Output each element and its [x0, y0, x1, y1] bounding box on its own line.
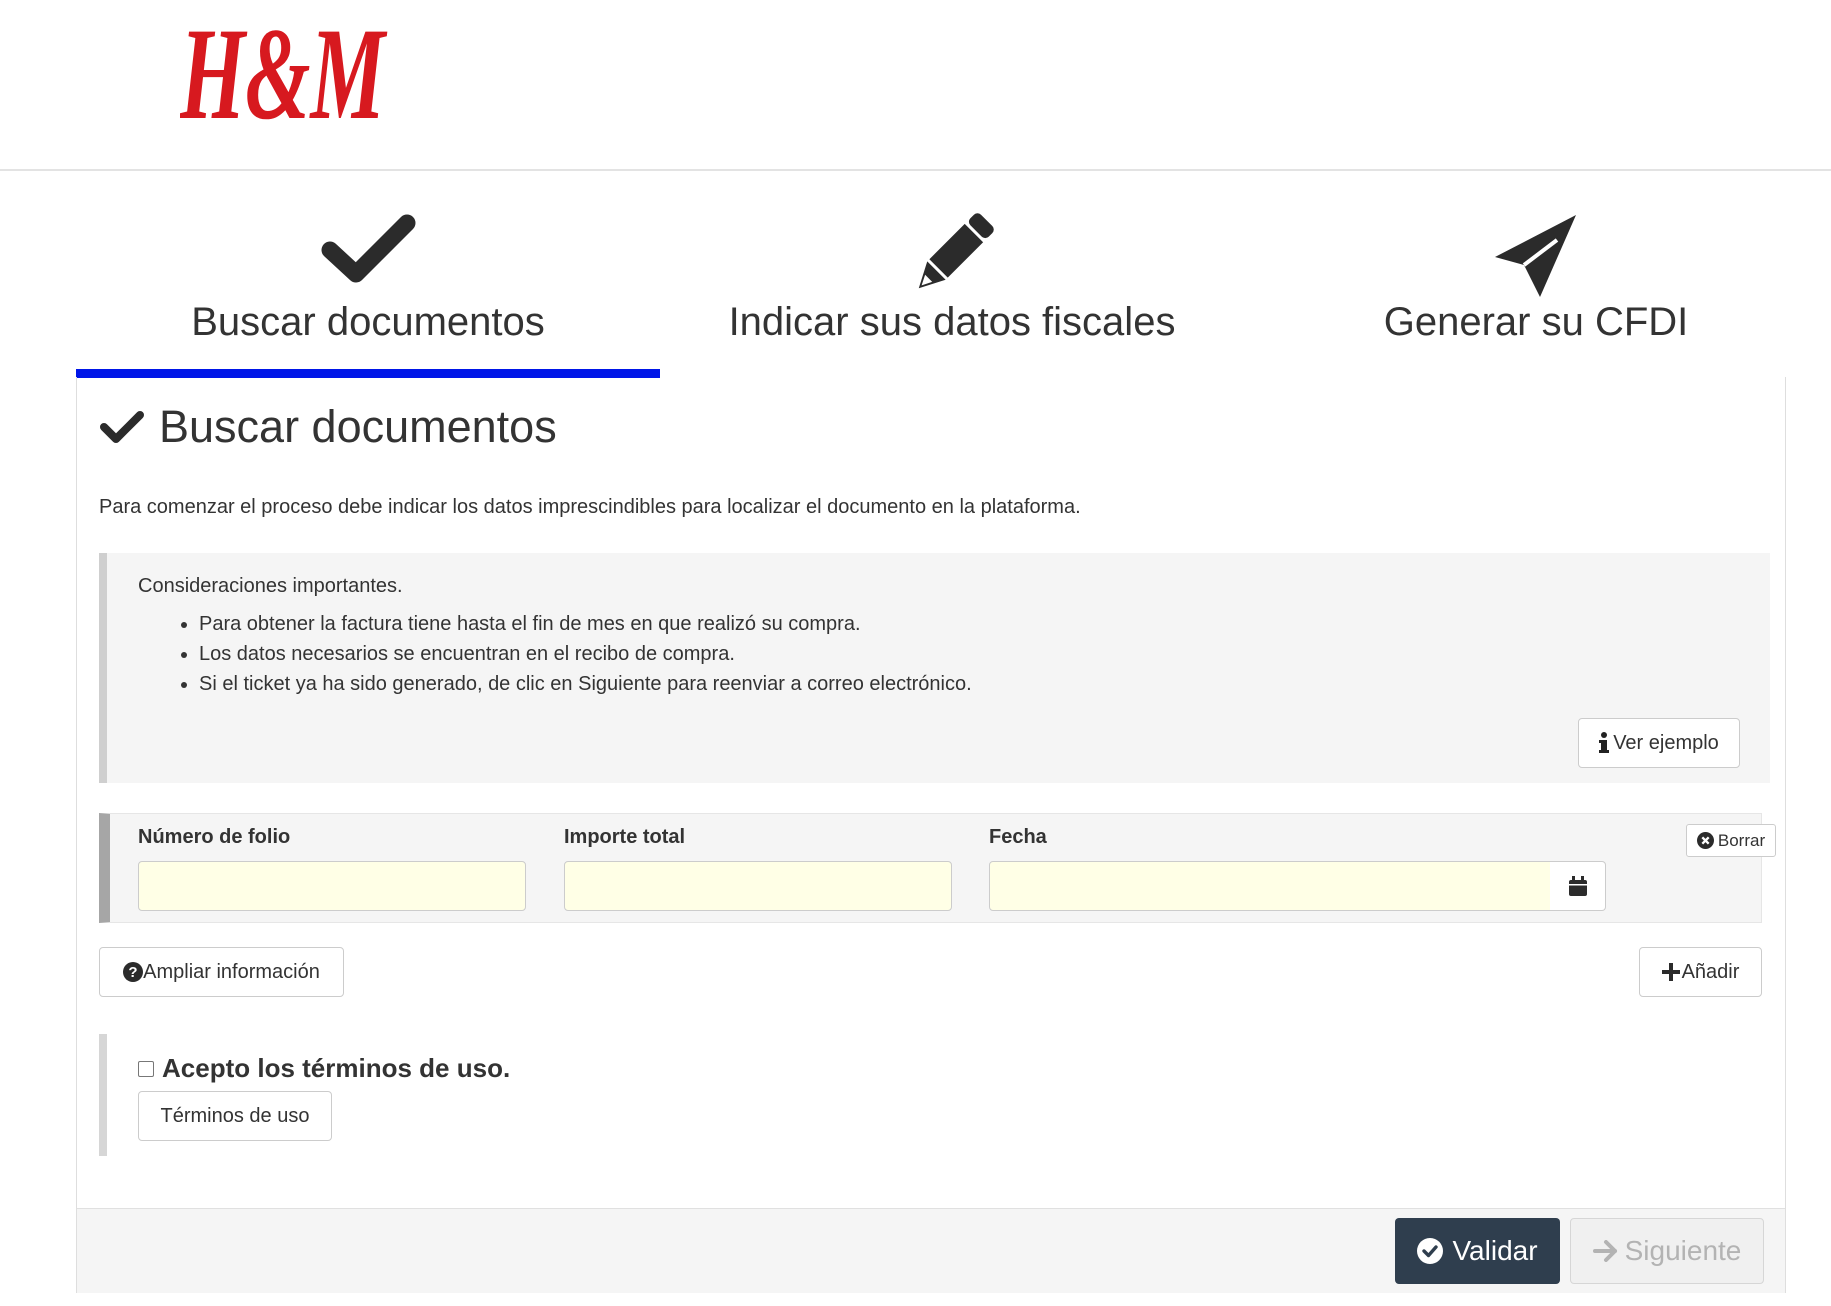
check-icon: [321, 214, 415, 283]
considerations-list: Para obtener la factura tiene hasta el f…: [145, 609, 972, 699]
considerations-box: Consideraciones importantes. Para obtene…: [99, 553, 1770, 783]
document-row: Número de folio Importe total Fecha Borr…: [99, 813, 1776, 923]
ampliar-informacion-button[interactable]: ? Ampliar información: [99, 947, 344, 997]
terms-section: Acepto los términos de uso. Términos de …: [99, 1034, 1007, 1156]
importe-label: Importe total: [564, 826, 686, 848]
paper-plane-icon: [1495, 215, 1576, 297]
arrow-right-icon: [1592, 1240, 1617, 1262]
terms-checkbox[interactable]: [138, 1060, 154, 1077]
question-circle-icon: ?: [123, 962, 144, 982]
step-label: Buscar documentos: [191, 300, 545, 344]
terminos-de-uso-button[interactable]: Términos de uso: [138, 1091, 332, 1141]
step-buscar-documentos[interactable]: Buscar documentos: [76, 170, 660, 378]
step-label: Indicar sus datos fiscales: [728, 300, 1176, 344]
ver-ejemplo-button[interactable]: Ver ejemplo: [1578, 718, 1740, 768]
info-icon: [1599, 732, 1610, 753]
importe-input[interactable]: [564, 861, 952, 911]
search-panel: Buscar documentos Para comenzar el proce…: [76, 377, 1786, 1293]
terms-checkbox-row[interactable]: Acepto los términos de uso.: [138, 1053, 510, 1084]
plus-icon: [1661, 963, 1680, 981]
step-generar-cfdi[interactable]: Generar su CFDI: [1244, 170, 1828, 378]
anadir-label: Añadir: [1681, 960, 1740, 983]
hm-logo: H&M: [180, 6, 388, 147]
validar-label: Validar: [1452, 1235, 1538, 1266]
ver-ejemplo-label: Ver ejemplo: [1613, 731, 1719, 754]
considerations-title: Consideraciones importantes.: [138, 575, 403, 597]
borrar-button[interactable]: Borrar: [1686, 824, 1776, 857]
calendar-icon: [1568, 875, 1587, 896]
step-label: Generar su CFDI: [1383, 300, 1689, 344]
folio-label: Número de folio: [138, 826, 291, 848]
terms-checkbox-label[interactable]: Acepto los términos de uso.: [162, 1053, 510, 1084]
intro-text: Para comenzar el proceso debe indicar lo…: [99, 496, 1081, 518]
check-icon: [100, 411, 144, 443]
fecha-input[interactable]: [989, 861, 1551, 911]
siguiente-button[interactable]: Siguiente: [1570, 1218, 1764, 1284]
ampliar-label: Ampliar información: [143, 960, 320, 983]
panel-footer: Validar Siguiente: [77, 1208, 1785, 1293]
check-circle-icon: [1417, 1238, 1444, 1264]
svg-text:?: ?: [129, 964, 138, 981]
anadir-button[interactable]: Añadir: [1639, 947, 1762, 997]
list-item: Los datos necesarios se encuentran en el…: [199, 639, 972, 669]
terminos-label: Términos de uso: [160, 1104, 310, 1127]
page-title: Buscar documentos: [99, 401, 557, 453]
svg-text:H&M: H&M: [180, 6, 388, 147]
folio-input[interactable]: [138, 861, 526, 911]
step-datos-fiscales[interactable]: Indicar sus datos fiscales: [660, 170, 1244, 378]
close-circle-icon: [1696, 832, 1714, 849]
calendar-button[interactable]: [1550, 861, 1606, 911]
fecha-label: Fecha: [989, 826, 1047, 848]
wizard-steps: Buscar documentos Indicar sus datos fisc…: [76, 170, 1786, 378]
list-item: Si el ticket ya ha sido generado, de cli…: [199, 669, 972, 699]
validar-button[interactable]: Validar: [1395, 1218, 1560, 1284]
siguiente-label: Siguiente: [1624, 1235, 1742, 1266]
header: H&M: [0, 0, 1831, 171]
list-item: Para obtener la factura tiene hasta el f…: [199, 609, 972, 639]
pencil-icon: [918, 213, 994, 289]
borrar-label: Borrar: [1717, 830, 1766, 850]
page-title-text: Buscar documentos: [159, 401, 557, 452]
